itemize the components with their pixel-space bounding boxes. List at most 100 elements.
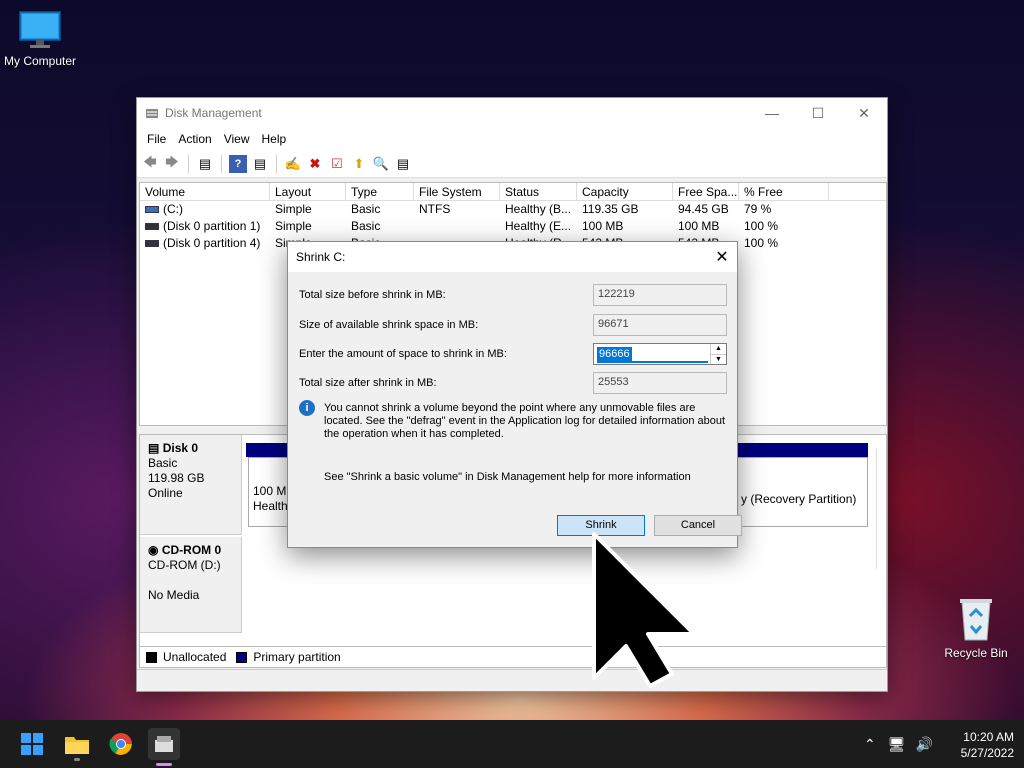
column-volume[interactable]: Volume — [140, 183, 270, 200]
disk-0-state: Online — [148, 486, 183, 500]
volume-status: Healthy (E... — [505, 219, 572, 233]
table-row[interactable]: (Disk 0 partition 1) Simple Basic Health… — [140, 218, 886, 235]
spin-down-icon[interactable]: ▼ — [711, 355, 726, 365]
total-after-value: 25553 — [593, 372, 727, 394]
volume-list-header: Volume Layout Type File System Status Ca… — [140, 183, 886, 201]
file-explorer-indicator — [74, 758, 80, 761]
list-view-icon[interactable]: ▤ — [394, 155, 412, 173]
disk-0-name: Disk 0 — [162, 441, 199, 455]
volume-fs — [414, 218, 500, 235]
column-capacity[interactable]: Capacity — [577, 183, 673, 200]
window-titlebar[interactable]: Disk Management — ☐ ✕ — [137, 98, 887, 128]
taskbar: ⌃ 🖥 🔊 10:20 AM 5/27/2022 — [0, 720, 1024, 768]
menu-view[interactable]: View — [218, 132, 256, 146]
start-button[interactable] — [16, 728, 48, 760]
column-percent-free[interactable]: % Free — [739, 183, 829, 200]
folder-icon — [65, 737, 89, 754]
volume-status: Healthy (B... — [505, 202, 572, 216]
menu-file[interactable]: File — [141, 132, 172, 146]
delete-icon[interactable]: ✖ — [306, 155, 324, 173]
my-computer-desktop-icon[interactable]: My Computer — [0, 10, 80, 68]
disk-0-type: Basic — [148, 456, 178, 470]
volume-percent-free: 100 % — [744, 219, 779, 233]
volume-free: 100 MB — [678, 219, 720, 233]
cdrom-media: No Media — [148, 588, 200, 602]
recycle-bin-desktop-icon[interactable]: Recycle Bin — [936, 596, 1016, 660]
disk-management-icon — [155, 736, 173, 752]
back-arrow-icon[interactable]: 🡄 — [141, 154, 159, 173]
total-before-label: Total size before shrink in MB: — [299, 289, 446, 301]
chrome-icon — [109, 733, 132, 755]
shrink-amount-input[interactable]: 96666 — [597, 347, 632, 361]
volume-name: (Disk 0 partition 1) — [163, 219, 261, 233]
column-free-space[interactable]: Free Spa... — [673, 183, 739, 200]
volume-icon — [145, 240, 159, 248]
clock-date: 5/27/2022 — [960, 746, 1014, 760]
volume-type: Basic — [351, 219, 381, 233]
volume-capacity: 100 MB — [582, 219, 624, 233]
disk-0-label[interactable]: ▤ Disk 0 Basic 119.98 GB Online — [140, 435, 242, 535]
menu-action[interactable]: Action — [172, 132, 217, 146]
volume-fs: NTFS — [419, 202, 451, 216]
primary-partition-swatch — [236, 651, 248, 663]
dialog-close-button[interactable]: ✕ — [707, 242, 737, 272]
mouse-cursor-icon — [592, 532, 696, 688]
spin-up-icon[interactable]: ▲ — [711, 344, 726, 355]
help-link-text: See "Shrink a basic volume" in Disk Mana… — [324, 471, 691, 483]
scrollbar[interactable] — [876, 449, 884, 569]
shrink-amount-stepper[interactable]: 96666 ▲ ▼ — [593, 343, 727, 365]
info-text: You cannot shrink a volume beyond the po… — [324, 402, 726, 440]
column-status[interactable]: Status — [500, 183, 577, 200]
volume-type: Basic — [351, 202, 381, 216]
my-computer-label: My Computer — [3, 54, 77, 68]
help-icon[interactable]: ? — [229, 154, 247, 173]
volume-free: 94.45 GB — [678, 202, 729, 216]
amount-label: Enter the amount of space to shrink in M… — [299, 348, 507, 360]
chevron-up-icon[interactable]: ⌃ — [864, 736, 876, 753]
check-icon[interactable]: ☑ — [328, 155, 346, 173]
available-value: 96671 — [593, 314, 727, 336]
volume-percent-free: 100 % — [744, 236, 779, 250]
connect-disk-icon[interactable]: ✍ — [284, 155, 302, 173]
import-icon[interactable]: ⬆ — [350, 155, 368, 173]
minimize-button[interactable]: — — [749, 98, 795, 128]
volume-layout: Simple — [275, 219, 312, 233]
disk-management-taskbar-button[interactable] — [148, 728, 180, 766]
volume-icon — [145, 206, 159, 214]
forward-arrow-icon[interactable]: 🡆 — [163, 154, 181, 173]
volume-name: (Disk 0 partition 4) — [163, 236, 261, 250]
menu-help[interactable]: Help — [256, 132, 293, 146]
disk-management-app-icon — [146, 109, 158, 118]
table-row[interactable]: (C:) Simple Basic NTFS Healthy (B... 119… — [140, 201, 886, 218]
close-button[interactable]: ✕ — [841, 98, 887, 128]
total-after-label: Total size after shrink in MB: — [299, 377, 437, 389]
volume-icon — [145, 223, 159, 231]
cd-drive-icon: ◉ — [148, 543, 159, 557]
column-layout[interactable]: Layout — [270, 183, 346, 200]
properties-icon[interactable]: ▤ — [251, 155, 269, 173]
maximize-button[interactable]: ☐ — [795, 98, 841, 128]
column-file-system[interactable]: File System — [414, 183, 500, 200]
shrink-dialog: Shrink C: ✕ Total size before shrink in … — [287, 241, 742, 548]
show-hide-console-tree-icon[interactable]: ▤ — [196, 155, 214, 173]
cdrom-0-label[interactable]: ◉ CD-ROM 0 CD-ROM (D:) No Media — [140, 537, 242, 633]
active-indicator — [156, 763, 172, 766]
disk-0-size: 119.98 GB — [148, 471, 205, 485]
available-label: Size of available shrink space in MB: — [299, 319, 479, 331]
column-type[interactable]: Type — [346, 183, 414, 200]
file-explorer-button[interactable] — [61, 728, 93, 760]
clock-time: 10:20 AM — [963, 730, 1014, 744]
partition-recovery[interactable]: y (Recovery Partition) — [736, 457, 868, 527]
unallocated-swatch — [146, 651, 157, 663]
windows-logo-icon — [21, 733, 43, 755]
search-icon[interactable]: 🔍 — [372, 155, 390, 173]
window-title: Disk Management — [165, 106, 262, 120]
dialog-titlebar[interactable]: Shrink C: ✕ — [288, 242, 737, 272]
total-before-value: 122219 — [593, 284, 727, 306]
info-icon: i — [299, 400, 315, 416]
legend-primary: Primary partition — [253, 650, 341, 664]
clock[interactable]: 10:20 AM 5/27/2022 — [961, 729, 1014, 761]
speaker-icon[interactable]: 🔊 — [916, 736, 933, 753]
network-icon[interactable]: 🖥 — [888, 736, 906, 753]
chrome-button[interactable] — [105, 728, 137, 760]
